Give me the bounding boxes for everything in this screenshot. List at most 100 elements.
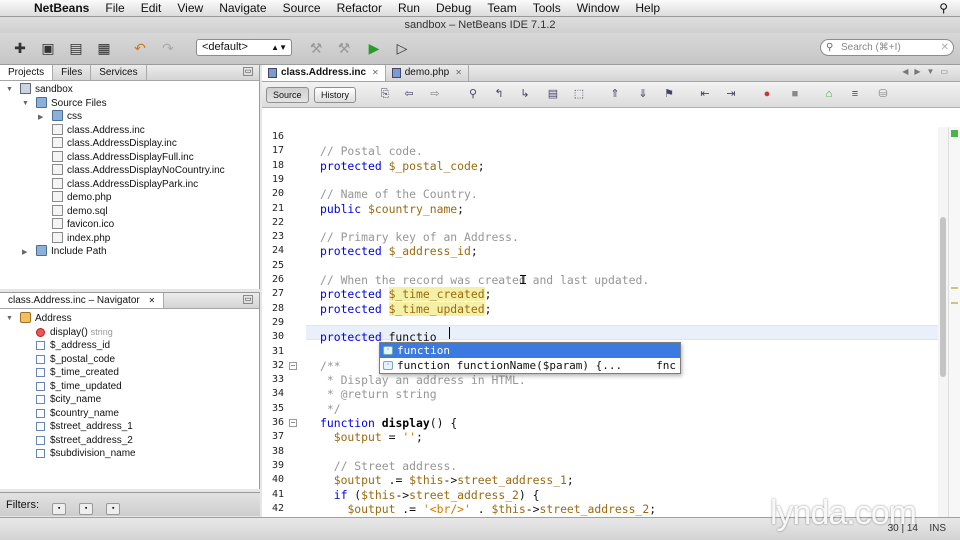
completion-item[interactable]: ◦ function: [380, 343, 680, 358]
navigator-member-item[interactable]: $_postal_code: [36, 353, 115, 367]
navigator-member-item[interactable]: $street_address_2: [36, 434, 133, 448]
navigator-member-item[interactable]: display() string: [36, 326, 113, 340]
collapse-triangle-icon[interactable]: ▼: [22, 100, 29, 107]
menu-team[interactable]: Team: [479, 0, 524, 17]
fold-toggle-icon[interactable]: −: [289, 361, 297, 370]
editor-tab-demo[interactable]: demo.php ✕: [386, 65, 469, 81]
new-project-icon[interactable]: ▣: [38, 38, 58, 58]
previous-bookmark-icon[interactable]: ⇑: [608, 88, 622, 101]
error-stripe-mark[interactable]: [951, 287, 958, 289]
navigator-member-item[interactable]: $country_name: [36, 407, 119, 421]
minimize-icon[interactable]: ▭: [243, 295, 253, 304]
database-icon[interactable]: ⛁: [876, 88, 890, 101]
navigator-class-item[interactable]: Address: [20, 312, 72, 326]
project-tree-item[interactable]: class.AddressDisplayNoCountry.inc: [52, 164, 225, 178]
menu-tools[interactable]: Tools: [525, 0, 569, 17]
save-all-icon[interactable]: ▦: [94, 38, 114, 58]
menu-help[interactable]: Help: [627, 0, 668, 17]
tab-files[interactable]: Files: [53, 65, 92, 80]
uncomment-icon[interactable]: ≡: [848, 88, 862, 101]
run-icon[interactable]: ▶: [364, 38, 384, 58]
clear-search-icon[interactable]: ✕: [941, 40, 949, 55]
project-tree-item[interactable]: class.AddressDisplayFull.inc: [52, 150, 194, 165]
project-tree-item[interactable]: index.php: [52, 231, 110, 246]
toggle-highlight-icon[interactable]: ▤: [546, 88, 560, 101]
stop-macro-icon[interactable]: ■: [788, 88, 802, 101]
project-tree-item[interactable]: class.AddressDisplayPark.inc: [52, 177, 198, 192]
project-tree-item[interactable]: favicon.ico: [52, 218, 114, 232]
menu-view[interactable]: View: [169, 0, 211, 17]
next-bookmark-icon[interactable]: ⇓: [636, 88, 650, 101]
redo-icon[interactable]: ↷: [158, 38, 178, 58]
source-button[interactable]: Source: [266, 87, 309, 103]
toggle-bookmark-icon[interactable]: ⚑: [662, 88, 676, 101]
project-tree-item[interactable]: class.Address.inc: [52, 123, 145, 138]
code-area[interactable]: 16 17 18 19 20 21 22 23 24 25 26 27 28 29 30 31 32−33 34 3…: [262, 127, 942, 517]
build-icon[interactable]: ⚒: [306, 38, 326, 58]
navigator-member-item[interactable]: $subdivision_name: [36, 447, 136, 461]
project-tree-item[interactable]: demo.php: [52, 191, 111, 205]
error-stripe-mark[interactable]: [951, 302, 958, 304]
project-tree-item[interactable]: demo.sql: [52, 204, 108, 219]
collapse-triangle-icon[interactable]: ▼: [6, 315, 13, 322]
menu-window[interactable]: Window: [569, 0, 628, 17]
find-previous-icon[interactable]: ↰: [492, 88, 506, 101]
menu-navigate[interactable]: Navigate: [211, 0, 274, 17]
close-icon[interactable]: ✕: [149, 296, 156, 305]
menu-file[interactable]: File: [97, 0, 132, 17]
close-icon[interactable]: ✕: [372, 65, 379, 81]
last-edit-icon[interactable]: ⎘: [378, 88, 392, 101]
configuration-select[interactable]: <default> ▲▼: [196, 39, 292, 56]
find-next-icon[interactable]: ↳: [518, 88, 532, 101]
editor-tab-class-address[interactable]: class.Address.inc ✕: [262, 65, 386, 81]
close-icon[interactable]: ✕: [455, 65, 462, 81]
project-tree-item[interactable]: css: [52, 110, 82, 124]
navigator-member-item[interactable]: $_address_id: [36, 339, 110, 353]
start-macro-icon[interactable]: ●: [760, 88, 774, 101]
clean-build-icon[interactable]: ⚒: [334, 38, 354, 58]
project-tree-item[interactable]: class.AddressDisplay.inc: [52, 137, 177, 151]
project-tree-item[interactable]: sandbox: [20, 83, 73, 97]
project-tree-item[interactable]: Include Path: [36, 245, 107, 259]
collapse-triangle-icon[interactable]: ▼: [6, 86, 13, 93]
filter-fields-icon[interactable]: ▪: [52, 503, 67, 515]
forward-icon[interactable]: ⇨: [428, 88, 442, 101]
new-file-icon[interactable]: ✚: [10, 38, 30, 58]
spotlight-icon[interactable]: ⚲: [939, 1, 948, 15]
tab-services[interactable]: Services: [91, 65, 147, 80]
completion-item[interactable]: ◦ function functionName($param) {... fnc: [380, 358, 680, 373]
shift-left-icon[interactable]: ⇤: [698, 88, 712, 101]
fold-toggle-icon[interactable]: −: [289, 419, 297, 427]
tab-projects[interactable]: Projects: [0, 65, 54, 80]
comment-icon[interactable]: ⌂: [822, 88, 836, 101]
undo-icon[interactable]: ↶: [130, 38, 150, 58]
project-tree-item[interactable]: Source Files: [36, 96, 107, 111]
filter-static-icon[interactable]: ▪: [79, 503, 94, 515]
history-button[interactable]: History: [314, 87, 357, 103]
rectangular-selection-icon[interactable]: ⬚: [572, 88, 586, 101]
navigator-member-item[interactable]: $_time_updated: [36, 380, 122, 394]
search-field[interactable]: ⚲ Search (⌘+I) ✕: [820, 39, 954, 56]
menu-run[interactable]: Run: [390, 0, 428, 17]
debug-icon[interactable]: ▷: [392, 38, 412, 58]
find-selection-icon[interactable]: ⚲: [466, 88, 480, 101]
menu-source[interactable]: Source: [275, 0, 329, 17]
app-menu[interactable]: NetBeans: [30, 1, 97, 15]
scrollbar-thumb[interactable]: [940, 217, 946, 377]
shift-right-icon[interactable]: ⇥: [724, 88, 738, 101]
expand-triangle-icon[interactable]: ▶: [38, 113, 43, 121]
minimize-icon[interactable]: ▭: [243, 67, 253, 76]
filter-nonpublic-icon[interactable]: ▪: [106, 503, 121, 515]
navigator-member-item[interactable]: $_time_created: [36, 366, 119, 380]
navigator-member-item[interactable]: $city_name: [36, 393, 101, 407]
navigator-member-item[interactable]: $street_address_1: [36, 420, 133, 434]
back-icon[interactable]: ⇦: [402, 88, 416, 101]
expand-triangle-icon[interactable]: ▶: [22, 248, 27, 256]
menu-edit[interactable]: Edit: [133, 0, 170, 17]
vertical-scrollbar[interactable]: [938, 127, 948, 517]
tab-navigator[interactable]: class.Address.inc – Navigator ✕: [0, 293, 165, 308]
open-project-icon[interactable]: ▤: [66, 38, 86, 58]
tab-navigation-icon[interactable]: ◀▶▼▭: [902, 67, 954, 76]
menu-debug[interactable]: Debug: [428, 0, 479, 17]
menu-refactor[interactable]: Refactor: [329, 0, 390, 17]
